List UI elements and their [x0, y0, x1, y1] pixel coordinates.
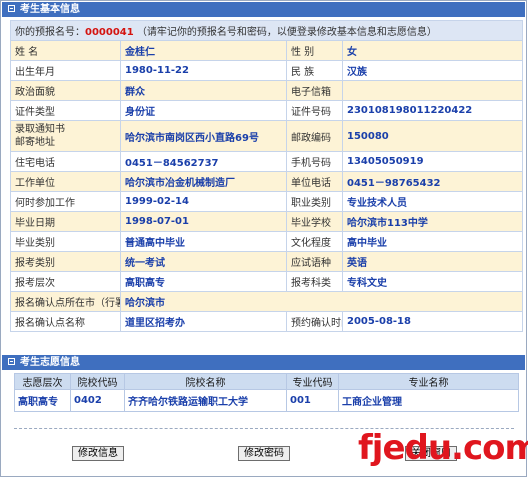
choice-level: 高职高专: [14, 389, 71, 412]
confirm-time-label: 预约确认时间: [286, 311, 343, 332]
occupation-label: 职业类别: [286, 191, 343, 212]
edit-info-button[interactable]: 修改信息: [72, 446, 124, 461]
birth-value: 1980-11-22: [120, 60, 287, 81]
site-value: 道里区招考办: [120, 311, 287, 332]
email-label: 电子信箱: [286, 80, 343, 101]
birth-label: 出生年月: [10, 60, 121, 81]
id-number-value: 230108198011220422: [341, 100, 524, 121]
exam-type-value: 统一考试: [120, 251, 287, 272]
major-code: 001: [286, 389, 339, 412]
table-row: 出生年月 1980-11-22 民 族 汉族: [10, 60, 524, 81]
postcode-value: 150080: [341, 120, 524, 152]
mobile-value: 13405050919: [341, 151, 524, 172]
table-row: 高职高专 0402 齐齐哈尔铁路运输职工大学 001 工商企业管理: [14, 389, 519, 412]
table-row: 证件类型 身份证 证件号码 230108198011220422: [10, 100, 524, 121]
column-header: 院校名称: [124, 373, 287, 390]
edit-password-button[interactable]: 修改密码: [238, 446, 290, 461]
name-value: 金桂仁: [120, 40, 287, 61]
table-row: 毕业日期 1998-07-01 毕业学校 哈尔滨市113中学: [10, 211, 524, 232]
grad-date-label: 毕业日期: [10, 211, 121, 232]
table-row: 录取通知书 邮寄地址 哈尔滨市南岗区西小直路69号 邮政编码 150080: [10, 120, 524, 152]
watermark-logo: fjedu.com: [358, 428, 528, 468]
basic-info-header: 考生基本信息: [2, 2, 525, 17]
table-row: 报名确认点名称 道里区招考办 预约确认时间 2005-08-18: [10, 311, 524, 332]
exam-type-label: 报考类别: [10, 251, 121, 272]
table-row: 何时参加工作 1999-02-14 职业类别 专业技术人员: [10, 191, 524, 212]
city-value: 哈尔滨市: [119, 291, 524, 312]
home-phone-label: 住宅电话: [10, 151, 121, 172]
table-row: 工作单位 哈尔滨市冶金机械制造厂 单位电话 0451－98765432: [10, 171, 524, 192]
column-header: 志愿层次: [14, 373, 71, 390]
city-label: 报名确认点所在市（行署）: [10, 291, 121, 312]
ethnicity-value: 汉族: [341, 60, 524, 81]
collapse-icon[interactable]: [8, 357, 15, 365]
basic-info-table: 你的预报名号：0000041 （请牢记你的预报名号和密码，以便登录修改基本信息和…: [9, 20, 524, 332]
choice-table: 志愿层次 院校代码 院校名称 专业代码 专业名称 高职高专 0402 齐齐哈尔铁…: [14, 373, 519, 412]
work-phone-value: 0451－98765432: [341, 171, 524, 192]
table-row: 政治面貌 群众 电子信箱: [10, 80, 524, 101]
education-label: 文化程度: [286, 231, 343, 252]
employer-label: 工作单位: [10, 171, 121, 192]
gender-label: 性 别: [286, 40, 343, 61]
level-value: 高职高专: [120, 271, 287, 292]
site-label: 报名确认点名称: [10, 311, 121, 332]
email-value: [341, 80, 524, 101]
work-phone-label: 单位电话: [286, 171, 343, 192]
school-code: 0402: [70, 389, 125, 412]
grad-type-label: 毕业类别: [10, 231, 121, 252]
registration-number: 0000041: [85, 27, 134, 38]
address-label: 录取通知书 邮寄地址: [10, 120, 121, 152]
subject-value: 专科文史: [341, 271, 524, 292]
language-label: 应试语种: [286, 251, 343, 272]
registration-hint: （请牢记你的预报名号和密码，以便登录修改基本信息和志愿信息）: [136, 27, 437, 38]
postcode-label: 邮政编码: [286, 120, 343, 152]
table-row: 报考层次 高职高专 报考科类 专科文史: [10, 271, 524, 292]
school-label: 毕业学校: [286, 211, 343, 232]
table-row: 报名确认点所在市（行署） 哈尔滨市: [10, 291, 524, 312]
employer-value: 哈尔滨市冶金机械制造厂: [120, 171, 287, 192]
work-start-label: 何时参加工作: [10, 191, 121, 212]
education-value: 高中毕业: [341, 231, 524, 252]
school-value: 哈尔滨市113中学: [341, 211, 524, 232]
gender-value: 女: [341, 40, 524, 61]
table-row: 毕业类别 普通高中毕业 文化程度 高中毕业: [10, 231, 524, 252]
table-row: 姓 名 金桂仁 性 别 女: [10, 40, 524, 61]
occupation-value: 专业技术人员: [341, 191, 524, 212]
confirm-time-value: 2005-08-18: [341, 311, 524, 332]
politics-label: 政治面貌: [10, 80, 121, 101]
choice-header-row: 志愿层次 院校代码 院校名称 专业代码 专业名称: [14, 373, 519, 390]
id-type-label: 证件类型: [10, 100, 121, 121]
id-number-label: 证件号码: [286, 100, 343, 121]
grad-date-value: 1998-07-01: [120, 211, 287, 232]
language-value: 英语: [341, 251, 524, 272]
school-name: 齐齐哈尔铁路运输职工大学: [124, 389, 287, 412]
level-label: 报考层次: [10, 271, 121, 292]
choice-info-header: 考生志愿信息: [2, 355, 525, 370]
address-value: 哈尔滨市南岗区西小直路69号: [120, 120, 287, 152]
mobile-label: 手机号码: [286, 151, 343, 172]
column-header: 专业名称: [338, 373, 519, 390]
column-header: 院校代码: [70, 373, 125, 390]
registration-label: 你的预报名号：: [15, 27, 85, 38]
collapse-icon[interactable]: [8, 4, 15, 12]
work-start-value: 1999-02-14: [120, 191, 287, 212]
politics-value: 群众: [120, 80, 287, 101]
id-type-value: 身份证: [120, 100, 287, 121]
major-name: 工商企业管理: [338, 389, 519, 412]
table-row: 报考类别 统一考试 应试语种 英语: [10, 251, 524, 272]
grad-type-value: 普通高中毕业: [120, 231, 287, 252]
table-row: 住宅电话 0451－84562737 手机号码 13405050919: [10, 151, 524, 172]
column-header: 专业代码: [286, 373, 339, 390]
home-phone-value: 0451－84562737: [120, 151, 287, 172]
subject-label: 报考科类: [286, 271, 343, 292]
ethnicity-label: 民 族: [286, 60, 343, 81]
registration-row: 你的预报名号：0000041 （请牢记你的预报名号和密码，以便登录修改基本信息和…: [9, 20, 524, 41]
name-label: 姓 名: [10, 40, 121, 61]
